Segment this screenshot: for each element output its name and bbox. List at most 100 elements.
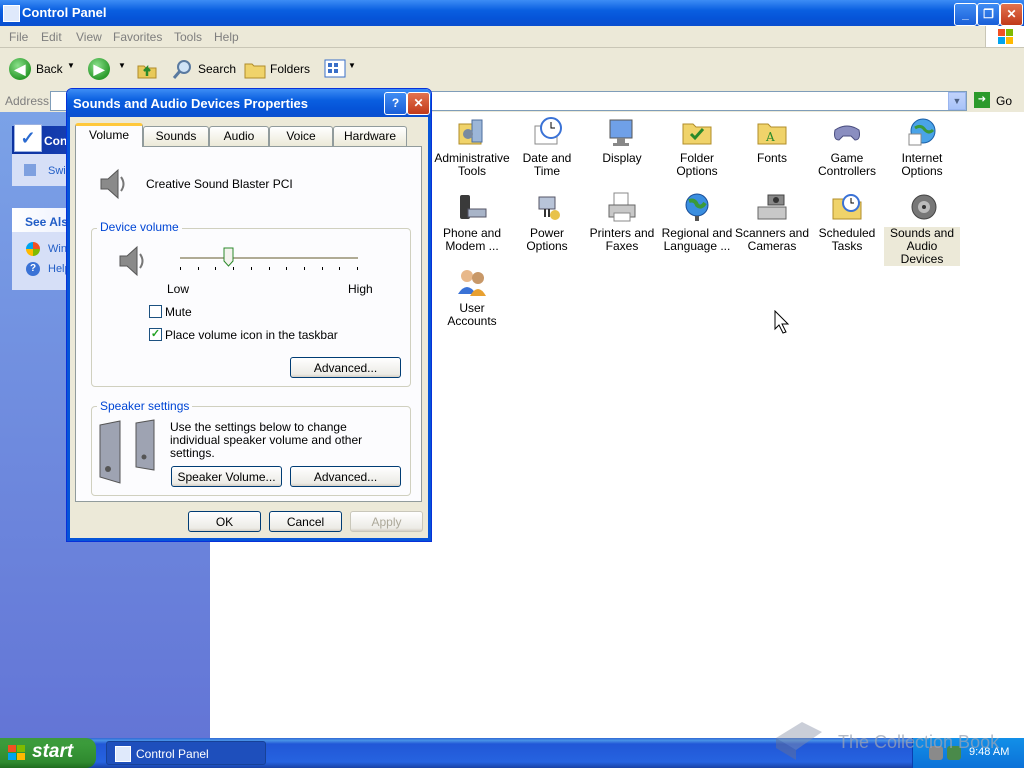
speaker-advanced-button[interactable]: Advanced... bbox=[290, 466, 401, 487]
speaker-volume-button[interactable]: Speaker Volume... bbox=[171, 466, 282, 487]
slider-track bbox=[180, 257, 358, 260]
windows-logo-icon bbox=[985, 26, 1024, 47]
cp-item-label: Power Options bbox=[526, 226, 568, 253]
go-label: Go bbox=[996, 94, 1013, 108]
mute-checkbox[interactable] bbox=[149, 305, 162, 318]
forward-button[interactable]: ▶ bbox=[88, 58, 110, 80]
internet-options-icon bbox=[906, 116, 938, 148]
cp-item-regional-language[interactable]: Regional and Language ... bbox=[659, 191, 735, 253]
tab-audio[interactable]: Audio bbox=[209, 126, 269, 146]
cp-item-user-accounts[interactable]: User Accounts bbox=[434, 266, 510, 328]
dialog-help-button[interactable]: ? bbox=[384, 92, 407, 115]
views-icon[interactable] bbox=[324, 59, 346, 79]
windows-flag-icon bbox=[8, 745, 26, 761]
cp-item-label: Scheduled Tasks bbox=[818, 226, 876, 253]
dialog-title: Sounds and Audio Devices Properties bbox=[73, 96, 309, 111]
ok-button[interactable]: OK bbox=[188, 511, 261, 532]
cp-item-scanners-cameras[interactable]: Scanners and Cameras bbox=[734, 191, 810, 253]
device-volume-label: Device volume bbox=[97, 220, 182, 234]
tab-hardware[interactable]: Hardware bbox=[333, 126, 407, 146]
menu-favorites[interactable]: Favorites bbox=[113, 30, 162, 44]
window-title: Control Panel bbox=[22, 5, 107, 20]
menu-view[interactable]: View bbox=[76, 30, 102, 44]
start-label: start bbox=[32, 741, 74, 762]
start-button[interactable]: start bbox=[0, 738, 96, 768]
slider-tick bbox=[215, 267, 216, 270]
cp-item-date-time[interactable]: Date and Time bbox=[509, 116, 585, 178]
cp-item-display[interactable]: Display bbox=[584, 116, 660, 165]
mouse-cursor-icon bbox=[774, 310, 790, 334]
sounds-audio-icon bbox=[906, 191, 938, 223]
cp-item-scheduled-tasks[interactable]: Scheduled Tasks bbox=[809, 191, 885, 253]
close-button[interactable]: ✕ bbox=[1000, 3, 1023, 26]
display-icon bbox=[606, 116, 638, 148]
folders-button[interactable]: Folders bbox=[270, 62, 310, 76]
dialog-close-button[interactable]: ✕ bbox=[407, 92, 430, 115]
game-controllers-icon bbox=[831, 116, 863, 148]
slider-tick bbox=[322, 267, 323, 270]
apply-button[interactable]: Apply bbox=[350, 511, 423, 532]
menu-tools[interactable]: Tools bbox=[174, 30, 202, 44]
cp-item-label: Game Controllers bbox=[817, 151, 877, 178]
up-folder-icon[interactable] bbox=[136, 58, 158, 80]
power-options-icon bbox=[531, 191, 563, 223]
printers-faxes-icon bbox=[606, 191, 638, 223]
back-dropdown-icon[interactable]: ▼ bbox=[67, 61, 75, 70]
slider-tick bbox=[251, 267, 252, 270]
switch-view-link[interactable]: Swi bbox=[48, 165, 66, 177]
menu-edit[interactable]: Edit bbox=[41, 30, 62, 44]
cp-item-label: Display bbox=[602, 151, 642, 165]
slider-thumb[interactable] bbox=[223, 247, 234, 267]
search-icon[interactable] bbox=[172, 58, 194, 80]
back-arrow-icon[interactable]: ◀ bbox=[9, 58, 31, 80]
back-button[interactable]: Back bbox=[36, 62, 63, 76]
taskbar-item-control-panel[interactable]: Control Panel bbox=[106, 741, 266, 765]
phone-modem-icon bbox=[456, 191, 488, 223]
book-logo-icon bbox=[772, 720, 824, 762]
search-button[interactable]: Search bbox=[198, 62, 236, 76]
cp-item-game-controllers[interactable]: Game Controllers bbox=[809, 116, 885, 178]
cp-item-folder-options[interactable]: Folder Options bbox=[659, 116, 735, 178]
regional-language-icon bbox=[681, 191, 713, 223]
views-dropdown-icon[interactable]: ▼ bbox=[348, 61, 356, 70]
volume-slider[interactable] bbox=[180, 247, 358, 277]
cp-item-administrative-tools[interactable]: Administrative Tools bbox=[434, 116, 510, 178]
cp-item-internet-options[interactable]: Internet Options bbox=[884, 116, 960, 178]
volume-tab-panel: Creative Sound Blaster PCI Device volume… bbox=[75, 146, 422, 502]
go-button[interactable]: ➜ Go bbox=[972, 92, 1022, 110]
menu-help[interactable]: Help bbox=[214, 30, 239, 44]
cp-item-fonts[interactable]: A Fonts bbox=[734, 116, 810, 165]
mute-label: Mute bbox=[165, 305, 192, 319]
window-title-bar: Control Panel _ ❐ ✕ bbox=[0, 0, 1024, 26]
tab-sounds[interactable]: Sounds bbox=[143, 126, 209, 146]
cp-item-label: User Accounts bbox=[447, 301, 497, 328]
scanners-cameras-icon bbox=[756, 191, 788, 223]
cp-item-phone-modem[interactable]: Phone and Modem ... bbox=[434, 191, 510, 253]
cp-item-label: Date and Time bbox=[522, 151, 572, 178]
cancel-button[interactable]: Cancel bbox=[269, 511, 342, 532]
forward-dropdown-icon[interactable]: ▼ bbox=[118, 61, 126, 70]
folders-icon[interactable] bbox=[244, 58, 266, 80]
volume-advanced-button[interactable]: Advanced... bbox=[290, 357, 401, 378]
menu-bar: File Edit View Favorites Tools Help bbox=[0, 26, 1024, 48]
slider-tick bbox=[339, 267, 340, 270]
date-time-icon bbox=[531, 116, 563, 148]
svg-text:A: A bbox=[765, 130, 775, 144]
taskbar-icon-checkbox[interactable]: ✓ bbox=[149, 328, 162, 341]
cp-item-sounds-audio[interactable]: Sounds and Audio Devices bbox=[884, 191, 960, 266]
folder-options-icon bbox=[681, 116, 713, 148]
cp-item-power-options[interactable]: Power Options bbox=[509, 191, 585, 253]
cp-item-label: Scanners and Cameras bbox=[734, 226, 810, 253]
control-panel-large-icon: ✓ bbox=[14, 124, 42, 152]
taskbar-item-label: Control Panel bbox=[136, 747, 209, 761]
see-also-item-windows-update[interactable]: Win bbox=[48, 243, 67, 255]
menu-file[interactable]: File bbox=[9, 30, 28, 44]
cp-item-label: Internet Options bbox=[901, 151, 943, 178]
minimize-button[interactable]: _ bbox=[954, 3, 977, 26]
tab-voice[interactable]: Voice bbox=[269, 126, 333, 146]
restore-button[interactable]: ❐ bbox=[977, 3, 1000, 26]
address-dropdown-icon[interactable]: ▼ bbox=[948, 92, 966, 110]
tab-volume[interactable]: Volume bbox=[75, 123, 143, 147]
fonts-icon: A bbox=[756, 116, 788, 148]
cp-item-printers-faxes[interactable]: Printers and Faxes bbox=[584, 191, 660, 253]
